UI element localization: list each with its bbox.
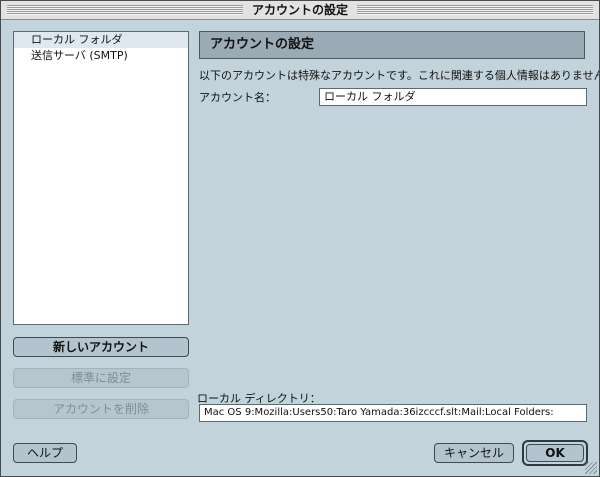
ok-button[interactable]: OK [526, 444, 584, 462]
account-list-item-local-folders[interactable]: ローカル フォルダ [14, 32, 188, 48]
cancel-button[interactable]: キャンセル [434, 443, 514, 463]
new-account-button[interactable]: 新しいアカウント [13, 337, 189, 357]
resize-grip-icon[interactable] [585, 462, 597, 474]
title-bar[interactable]: アカウントの設定 [1, 1, 599, 20]
panel-description: 以下のアカウントは特殊なアカウントです。これに関連する個人情報はありません。 [199, 69, 600, 82]
set-default-button: 標準に設定 [13, 368, 189, 388]
account-name-field[interactable]: ローカル フォルダ [319, 88, 587, 106]
ok-button-frame: OK [522, 440, 588, 466]
title-bar-stripes-left [7, 5, 243, 15]
account-list-item-smtp[interactable]: 送信サーバ (SMTP) [14, 48, 188, 64]
window-title: アカウントの設定 [251, 3, 348, 17]
delete-account-button: アカウントを削除 [13, 399, 189, 419]
account-settings-window: アカウントの設定 ローカル フォルダ 送信サーバ (SMTP) 新しいアカウント… [0, 0, 600, 477]
local-directory-field[interactable]: Mac OS 9:Mozilla:Users50:Taro Yamada:36i… [199, 404, 587, 422]
account-name-label: アカウント名： [199, 91, 276, 104]
help-button[interactable]: ヘルプ [13, 443, 77, 463]
title-bar-stripes-right [357, 5, 593, 15]
account-list[interactable]: ローカル フォルダ 送信サーバ (SMTP) [13, 31, 189, 325]
panel-header: アカウントの設定 [199, 31, 585, 59]
